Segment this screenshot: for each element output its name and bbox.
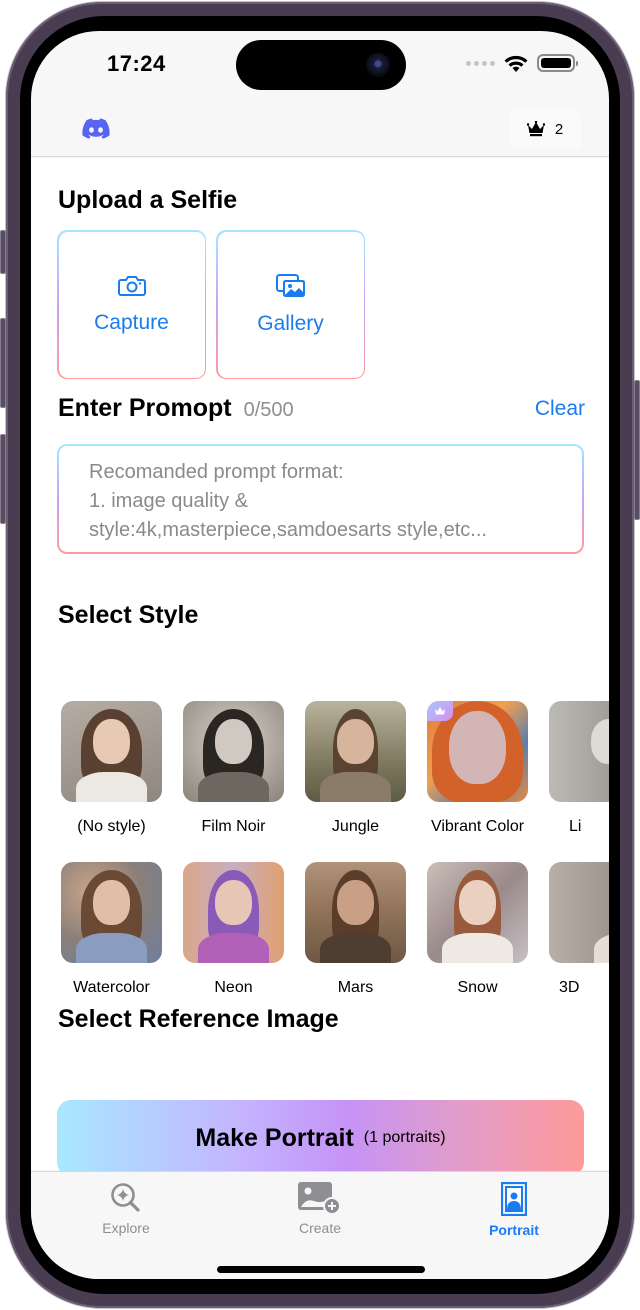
style-thumb-watercolor bbox=[61, 862, 162, 963]
style-label: Jungle bbox=[331, 818, 380, 835]
front-camera-icon bbox=[366, 53, 390, 77]
style-item-no-style[interactable]: (No style) bbox=[61, 701, 162, 836]
style-label: 3D bbox=[559, 979, 580, 996]
credits-button[interactable]: 2 bbox=[509, 109, 581, 149]
status-time: 17:24 bbox=[107, 51, 166, 76]
style-thumb-jungle bbox=[305, 701, 406, 802]
style-item-neon[interactable]: Neon bbox=[183, 862, 284, 997]
explore-sparkle-search-icon bbox=[111, 1183, 140, 1212]
home-indicator[interactable] bbox=[217, 1266, 425, 1273]
action-button bbox=[0, 230, 6, 274]
prompt-char-count: 0/500 bbox=[243, 399, 294, 421]
style-thumb-mars bbox=[305, 862, 406, 963]
upload-section-title: Upload a Selfie bbox=[58, 186, 238, 214]
credits-count: 2 bbox=[554, 120, 564, 138]
portrait-content: Upload a Selfie Capture Gallery Enter Pr… bbox=[31, 158, 609, 1176]
style-thumb-3d bbox=[549, 862, 609, 963]
style-row-1[interactable]: (No style) Film Noir Jungle Vibrant Colo… bbox=[61, 701, 609, 841]
style-row-2[interactable]: Watercolor Neon Mars Snow 3D bbox=[61, 862, 609, 1002]
capture-button[interactable]: Capture bbox=[57, 230, 206, 379]
style-item-3d[interactable]: 3D bbox=[549, 862, 609, 997]
make-portrait-label: Make Portrait bbox=[195, 1123, 354, 1152]
app-screen: 17:24 2 Upload a Selfie Capture Gallery … bbox=[31, 31, 609, 1279]
prompt-input[interactable]: Recomanded prompt format: 1. image quali… bbox=[57, 444, 584, 554]
tab-label: Portrait bbox=[489, 1222, 539, 1238]
style-item-jungle[interactable]: Jungle bbox=[305, 701, 406, 836]
style-item-line-art[interactable]: Li bbox=[549, 701, 609, 836]
style-label: Neon bbox=[214, 979, 253, 996]
style-section-title: Select Style bbox=[58, 601, 199, 629]
discord-icon bbox=[82, 118, 110, 139]
style-label: Snow bbox=[457, 979, 498, 996]
style-item-vibrant-color[interactable]: Vibrant Color bbox=[427, 701, 528, 836]
volume-down-button bbox=[0, 434, 6, 524]
style-label: (No style) bbox=[77, 818, 146, 835]
style-thumb-neon bbox=[183, 862, 284, 963]
style-item-film-noir[interactable]: Film Noir bbox=[183, 701, 284, 836]
volume-up-button bbox=[0, 318, 6, 408]
gallery-label: Gallery bbox=[257, 311, 324, 335]
photo-gallery-icon bbox=[275, 273, 305, 297]
style-label: Li bbox=[569, 818, 582, 835]
style-label: Vibrant Color bbox=[430, 818, 525, 835]
wifi-icon bbox=[504, 55, 528, 72]
tab-label: Create bbox=[298, 1220, 342, 1236]
discord-button[interactable] bbox=[63, 109, 129, 149]
add-photo-icon bbox=[298, 1182, 341, 1214]
prompt-header: Enter Promopt 0/500 Clear bbox=[58, 394, 585, 423]
style-label: Watercolor bbox=[73, 979, 150, 996]
reference-section-title: Select Reference Image bbox=[58, 1005, 339, 1033]
prompt-title: Enter Promopt bbox=[58, 394, 232, 422]
power-button bbox=[634, 380, 640, 520]
clear-prompt-button[interactable]: Clear bbox=[535, 397, 585, 421]
premium-badge bbox=[427, 701, 453, 721]
style-thumb-vibrant-color bbox=[427, 701, 528, 802]
tab-portrait[interactable]: Portrait bbox=[454, 1182, 574, 1238]
portrait-icon bbox=[501, 1182, 527, 1216]
style-thumb-line-art bbox=[549, 701, 609, 802]
tab-create[interactable]: Create bbox=[260, 1182, 380, 1236]
prompt-placeholder: Recomanded prompt format: 1. image quali… bbox=[89, 461, 487, 541]
camera-icon bbox=[117, 275, 146, 296]
tab-explore[interactable]: Explore bbox=[66, 1182, 186, 1236]
style-thumb-snow bbox=[427, 862, 528, 963]
capture-label: Capture bbox=[94, 310, 169, 334]
style-label: Film Noir bbox=[201, 818, 266, 835]
style-item-snow[interactable]: Snow bbox=[427, 862, 528, 997]
style-item-mars[interactable]: Mars bbox=[305, 862, 406, 997]
status-icons bbox=[466, 53, 578, 73]
crown-icon bbox=[435, 707, 445, 715]
dynamic-island bbox=[236, 40, 406, 90]
style-thumb-film-noir bbox=[183, 701, 284, 802]
style-item-watercolor[interactable]: Watercolor bbox=[61, 862, 162, 997]
nav-bar: 2 bbox=[31, 101, 609, 157]
battery-icon bbox=[537, 54, 578, 72]
tab-bar: Explore Create Portrait bbox=[31, 1171, 609, 1279]
tab-label: Explore bbox=[102, 1220, 150, 1236]
crown-icon bbox=[526, 121, 545, 137]
style-thumb-no-style bbox=[61, 701, 162, 802]
portrait-count-label: (1 portraits) bbox=[363, 1129, 446, 1146]
gallery-button[interactable]: Gallery bbox=[216, 230, 365, 379]
make-portrait-button[interactable]: Make Portrait (1 portraits) bbox=[57, 1100, 584, 1176]
signal-dots-icon bbox=[466, 60, 495, 66]
style-label: Mars bbox=[337, 979, 374, 996]
